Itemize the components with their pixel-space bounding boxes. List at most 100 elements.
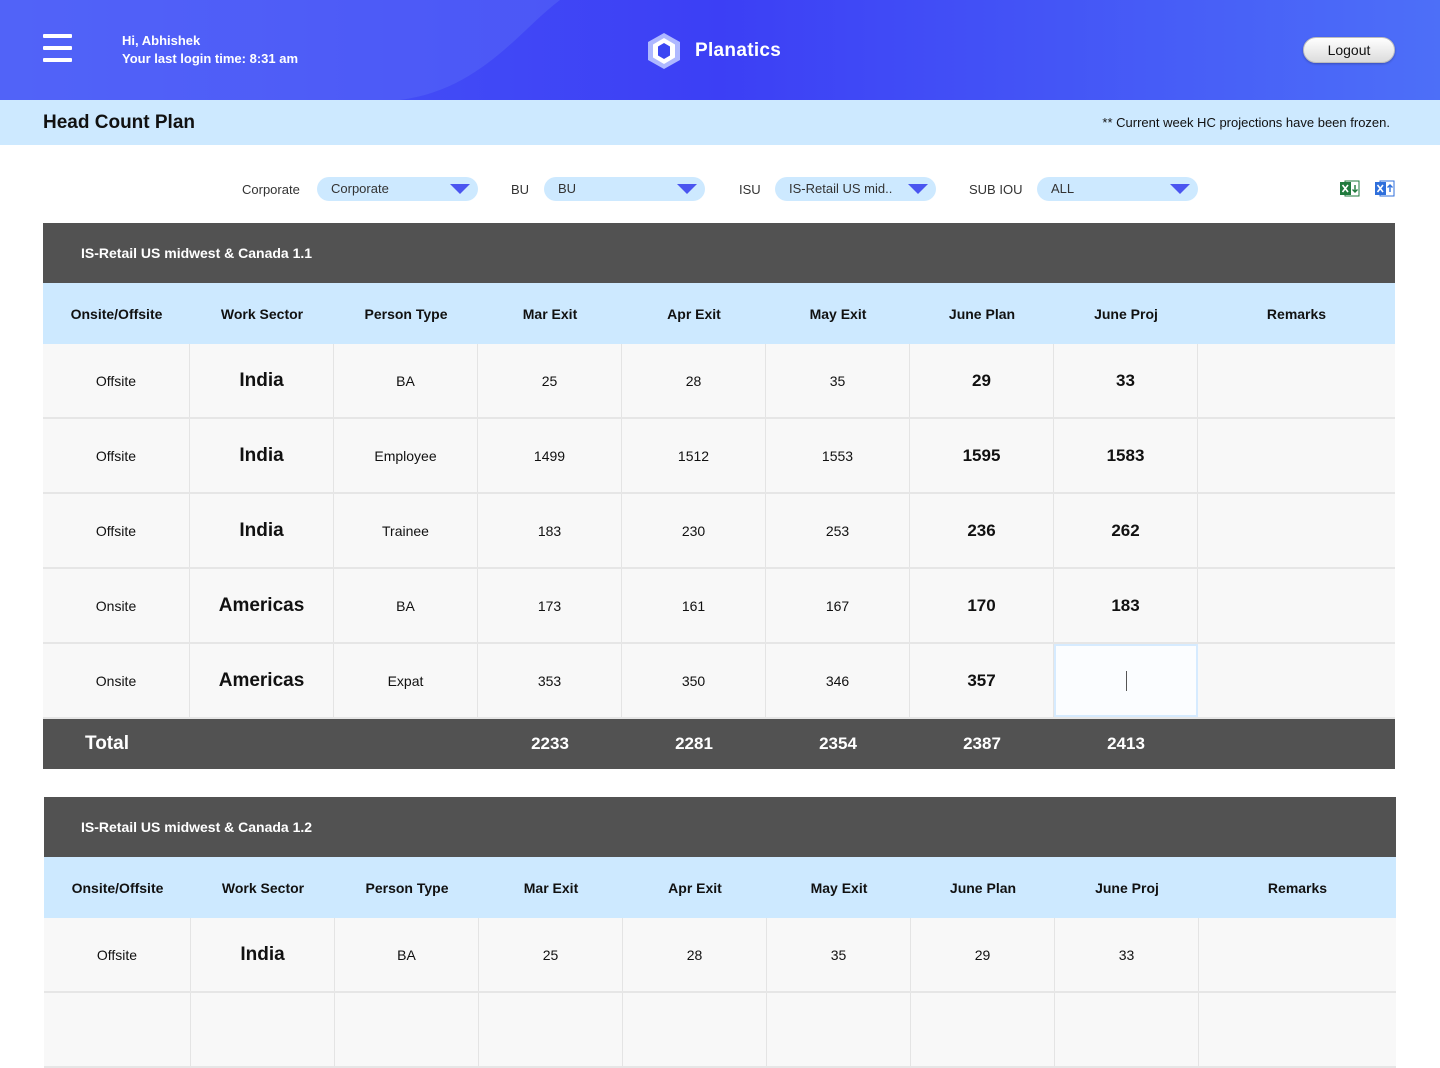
- plan-table-1: IS-Retail US midwest & Canada 1.1 Onsite…: [43, 223, 1395, 769]
- bu-filter-label: BU: [511, 182, 530, 197]
- isu-select-value: IS-Retail US mid..: [789, 181, 893, 196]
- mar-exit-cell: 183: [478, 494, 622, 567]
- total-row: Total 2233 2281 2354 2387 2413: [43, 719, 1395, 769]
- onsite-offsite-cell: Offsite: [43, 494, 190, 567]
- apr-exit-cell: 28: [623, 918, 767, 991]
- person-type-cell: BA: [334, 344, 478, 417]
- text-cursor: [1125, 670, 1127, 691]
- june-proj-cell[interactable]: [1055, 993, 1199, 1066]
- june-plan-cell: 170: [910, 569, 1054, 642]
- remarks-cell[interactable]: [1198, 494, 1395, 567]
- column-header: May Exit: [809, 305, 867, 322]
- person-type-cell: [335, 993, 479, 1066]
- person-type-cell: Trainee: [334, 494, 478, 567]
- table-row: Offsite India BA 25 28 35 29 33: [43, 344, 1395, 419]
- june-proj-cell[interactable]: 33: [1055, 918, 1199, 991]
- app-header: Hi, Abhishek Your last login time: 8:31 …: [0, 0, 1440, 100]
- table-row: Offsite India BA 25 28 35 29 33: [44, 918, 1396, 993]
- hexagon-logo-icon: [648, 33, 680, 69]
- section-title: IS-Retail US midwest & Canada 1.2: [44, 797, 1396, 857]
- person-type-cell: Employee: [334, 419, 478, 492]
- table-row: [44, 993, 1396, 1068]
- mar-exit-cell: 353: [478, 644, 622, 717]
- apr-exit-total: 2281: [675, 734, 713, 753]
- june-plan-cell: 29: [911, 918, 1055, 991]
- table-row: Offsite India Employee 1499 1512 1553 15…: [43, 419, 1395, 494]
- may-exit-cell: 35: [766, 344, 910, 417]
- work-sector-cell: Americas: [190, 569, 334, 642]
- work-sector-cell: India: [190, 494, 334, 567]
- work-sector-cell: India: [190, 344, 334, 417]
- excel-download-icon[interactable]: [1340, 180, 1360, 197]
- remarks-cell[interactable]: [1198, 419, 1395, 492]
- corporate-select[interactable]: Corporate: [317, 177, 478, 201]
- work-sector-cell: India: [190, 419, 334, 492]
- chevron-down-icon: [1170, 184, 1190, 194]
- remarks-cell[interactable]: [1199, 993, 1396, 1066]
- last-login-text: Your last login time: 8:31 am: [122, 51, 299, 66]
- column-header: Onsite/Offsite: [71, 879, 164, 896]
- column-header: Work Sector: [221, 879, 305, 896]
- work-sector-cell: Americas: [190, 644, 334, 717]
- column-header: Remarks: [1266, 305, 1327, 322]
- remarks-cell[interactable]: [1198, 644, 1395, 717]
- column-header: June Proj: [1094, 305, 1158, 322]
- column-header: Apr Exit: [667, 305, 721, 322]
- june-proj-total: 2413: [1107, 734, 1145, 753]
- column-header: May Exit: [810, 879, 868, 896]
- may-exit-cell: [767, 993, 911, 1066]
- june-proj-cell[interactable]: 33: [1054, 344, 1198, 417]
- isu-select[interactable]: IS-Retail US mid..: [775, 177, 936, 201]
- remarks-cell[interactable]: [1198, 344, 1395, 417]
- mar-exit-total: 2233: [531, 734, 569, 753]
- total-label: Total: [85, 733, 129, 754]
- june-plan-cell: [911, 993, 1055, 1066]
- bu-select[interactable]: BU: [544, 177, 705, 201]
- total-spacer: [334, 719, 478, 769]
- column-header: June Plan: [948, 305, 1016, 322]
- apr-exit-cell: 1512: [622, 419, 766, 492]
- june-plan-cell: 236: [910, 494, 1054, 567]
- june-proj-cell[interactable]: 1583: [1054, 419, 1198, 492]
- remarks-cell[interactable]: [1199, 918, 1396, 991]
- june-proj-cell[interactable]: 262: [1054, 494, 1198, 567]
- may-exit-cell: 253: [766, 494, 910, 567]
- mar-exit-cell: 25: [479, 918, 623, 991]
- table-row: Offsite India Trainee 183 230 253 236 26…: [43, 494, 1395, 569]
- logout-button[interactable]: Logout: [1303, 37, 1395, 63]
- column-header: Mar Exit: [522, 305, 578, 322]
- hamburger-menu-icon[interactable]: [43, 34, 72, 62]
- column-header: Remarks: [1267, 879, 1328, 896]
- brand[interactable]: Planatics: [646, 32, 781, 70]
- onsite-offsite-cell: [44, 993, 191, 1066]
- bu-select-value: BU: [558, 181, 577, 196]
- subiou-select[interactable]: ALL: [1037, 177, 1198, 201]
- excel-upload-icon[interactable]: [1375, 180, 1395, 197]
- may-exit-total: 2354: [819, 734, 857, 753]
- onsite-offsite-cell: Offsite: [43, 344, 190, 417]
- work-sector-cell: [191, 993, 335, 1066]
- remarks-total: [1198, 719, 1395, 769]
- table-row: Onsite Americas Expat 353 350 346 357: [43, 644, 1395, 719]
- apr-exit-cell: 350: [622, 644, 766, 717]
- column-header-row: Onsite/Offsite Work Sector Person Type M…: [43, 283, 1395, 344]
- june-proj-cell[interactable]: 183: [1054, 569, 1198, 642]
- june-plan-cell: 1595: [910, 419, 1054, 492]
- chevron-down-icon: [450, 184, 470, 194]
- corporate-filter-label: Corporate: [242, 182, 300, 197]
- subiou-select-value: ALL: [1051, 181, 1075, 196]
- apr-exit-cell: 28: [622, 344, 766, 417]
- onsite-offsite-cell: Offsite: [43, 419, 190, 492]
- work-sector-cell: India: [191, 918, 335, 991]
- person-type-cell: BA: [335, 918, 479, 991]
- mar-exit-cell: 1499: [478, 419, 622, 492]
- may-exit-cell: 167: [766, 569, 910, 642]
- june-proj-input[interactable]: [1054, 644, 1198, 717]
- user-greeting: Hi, Abhishek Your last login time: 8:31 …: [122, 32, 298, 68]
- mar-exit-cell: 173: [478, 569, 622, 642]
- remarks-cell[interactable]: [1198, 569, 1395, 642]
- june-plan-cell: 357: [910, 644, 1054, 717]
- brand-name: Planatics: [695, 40, 782, 61]
- chevron-down-icon: [908, 184, 928, 194]
- apr-exit-cell: 230: [622, 494, 766, 567]
